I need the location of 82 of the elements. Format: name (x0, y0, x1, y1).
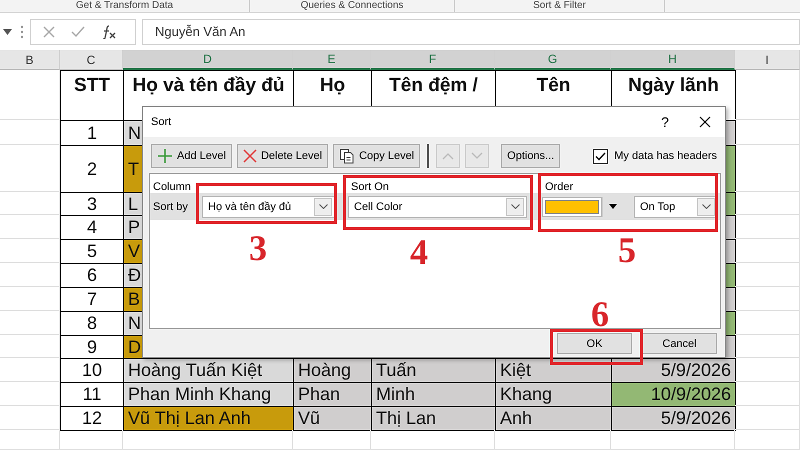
table-cell: Phan (293, 382, 372, 407)
chevron-up-icon (442, 152, 454, 160)
empty-cell[interactable] (0, 358, 60, 382)
chevron-down-icon (702, 204, 710, 209)
column-header[interactable]: F (371, 50, 495, 70)
options-button[interactable]: Options... (501, 144, 560, 168)
column-heading: Column (152, 181, 192, 193)
empty-cell[interactable] (735, 430, 800, 450)
column-header[interactable]: I (735, 50, 800, 70)
step-number: 5 (618, 232, 636, 268)
empty-cell[interactable] (0, 239, 60, 263)
table-cell: Hoàng Tuấn Kiệt (123, 358, 294, 383)
table-cell: Hoàng (293, 358, 372, 383)
table-cell: Vũ Thị Lan Anh (123, 406, 294, 431)
checkbox-label: My data has headers (614, 150, 717, 162)
empty-cell[interactable] (0, 382, 60, 406)
chevron-down-icon (471, 152, 484, 160)
empty-cell[interactable] (293, 430, 371, 450)
empty-cell[interactable] (123, 430, 293, 450)
sort-on-dropdown[interactable]: Cell Color (348, 196, 527, 218)
table-cell: Phan Minh Khang (123, 382, 294, 407)
column-header[interactable]: H (611, 50, 735, 70)
dropdown-caret-icon[interactable] (2, 28, 12, 34)
copy-level-button[interactable]: Copy Level (333, 144, 420, 168)
empty-cell[interactable] (495, 430, 611, 450)
chevron-down-icon (510, 204, 520, 209)
step-number: 6 (591, 296, 609, 332)
ribbon-group-label: Sort & Filter (455, 0, 665, 12)
column-heading: Order (544, 181, 574, 193)
table-cell: Minh (371, 382, 496, 407)
function-icon[interactable] (101, 24, 117, 38)
empty-cell[interactable] (60, 430, 123, 450)
column-header[interactable]: C (60, 50, 123, 70)
close-icon[interactable] (699, 116, 711, 128)
cancel-button[interactable]: Cancel (642, 333, 717, 354)
empty-cell[interactable] (0, 192, 60, 215)
empty-cell[interactable] (0, 406, 60, 430)
ribbon-group-label: Get & Transform Data (0, 0, 250, 12)
empty-cell[interactable] (0, 70, 60, 120)
cross-icon (242, 149, 257, 163)
header-cell: STT (60, 70, 124, 121)
grip-dots-icon (20, 24, 24, 38)
column-header[interactable]: D (123, 50, 293, 70)
column-header[interactable]: B (0, 50, 60, 70)
add-level-button[interactable]: Add Level (151, 144, 232, 168)
column-header[interactable]: E (293, 50, 371, 70)
empty-cell[interactable] (0, 215, 60, 239)
table-cell: Anh (495, 406, 612, 431)
empty-cell[interactable] (0, 311, 60, 335)
checkbox[interactable] (593, 148, 608, 164)
empty-cell[interactable] (735, 70, 800, 120)
dropdown-caret-icon[interactable] (608, 204, 616, 209)
order-dropdown[interactable]: On Top (634, 196, 718, 218)
table-cell: 5/9/2026 (611, 358, 736, 383)
table-cell: Vũ (293, 406, 372, 431)
column-dropdown[interactable]: Họ và tên đầy đủ (202, 196, 335, 218)
table-cell: Thị Lan (371, 406, 496, 431)
column-heading: Sort On (350, 181, 390, 193)
copy-icon (339, 148, 356, 164)
plus-icon (157, 148, 173, 164)
step-number: 4 (410, 234, 428, 270)
empty-cell[interactable] (0, 145, 60, 192)
empty-cell[interactable] (0, 430, 60, 450)
empty-cell[interactable] (371, 430, 495, 450)
chevron-down-icon (318, 204, 328, 209)
cancel-icon[interactable] (43, 26, 55, 38)
empty-cell[interactable] (0, 287, 60, 311)
checkmark-icon[interactable] (71, 26, 85, 38)
empty-cell[interactable] (0, 335, 60, 358)
empty-cell[interactable] (0, 263, 60, 287)
table-cell: Tuấn (371, 358, 496, 383)
delete-level-button[interactable]: Delete Level (236, 144, 328, 168)
formula-input-field[interactable]: Nguyễn Văn An (142, 18, 800, 44)
sort-level-label[interactable]: Sort by (150, 200, 202, 212)
ribbon-group-label: Queries & Connections (250, 0, 455, 12)
table-cell: 5/9/2026 (611, 406, 736, 431)
empty-cell[interactable] (0, 120, 60, 145)
empty-cell[interactable] (611, 430, 735, 450)
column-header[interactable]: G (495, 50, 611, 70)
ok-button[interactable]: OK (557, 333, 632, 354)
table-cell: 10/9/2026 (611, 382, 736, 407)
table-cell: Khang (495, 382, 612, 407)
